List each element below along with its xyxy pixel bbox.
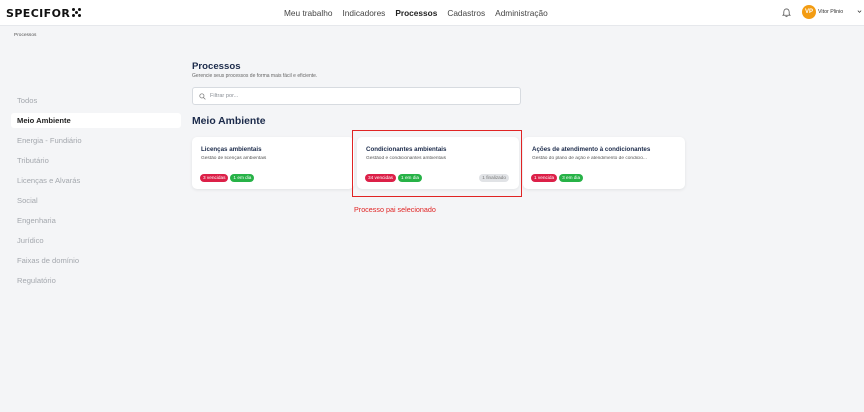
card-description: Gestão do plano de ação e atendimento de…: [532, 156, 647, 161]
process-card-acoes-atendimento[interactable]: Ações de atendimento à condicionantes Ge…: [523, 137, 685, 189]
on-time-badge: 3 em dia: [559, 174, 584, 182]
sidebar-item-engenharia[interactable]: Engenharia: [11, 213, 181, 228]
card-badges: 3 vencidas 1 em dia: [200, 174, 255, 182]
nav-item-administracao[interactable]: Administração: [495, 8, 548, 18]
logo[interactable]: SPECIFOR: [6, 6, 82, 20]
card-description: Gestão de licenças ambientais: [201, 156, 267, 161]
card-badges: 1 vencida 3 em dia: [531, 174, 584, 182]
process-card-licencas-ambientais[interactable]: Licenças ambientais Gestão de licenças a…: [192, 137, 354, 189]
sidebar-item-todos[interactable]: Todos: [11, 93, 181, 108]
annotation-label: Processo pai selecionado: [354, 205, 436, 214]
overdue-badge: 1 vencida: [531, 174, 558, 182]
user-name[interactable]: Vitor Plinio: [818, 9, 843, 15]
card-title: Licenças ambientais: [201, 146, 262, 153]
top-navbar: SPECIFOR Meu trabalho Indicadores Proces…: [0, 0, 864, 26]
chevron-down-icon[interactable]: [857, 9, 862, 14]
nav-item-cadastros[interactable]: Cadastros: [447, 8, 485, 18]
sidebar-item-tributario[interactable]: Tributário: [11, 153, 181, 168]
sidebar-item-energia-fundiario[interactable]: Energia - Fundiário: [11, 133, 181, 148]
search-icon: [199, 92, 206, 100]
avatar[interactable]: VP: [802, 5, 816, 19]
nav-item-processos[interactable]: Processos: [395, 8, 437, 18]
selection-highlight-box: [352, 130, 522, 197]
sidebar-item-meio-ambiente[interactable]: Meio Ambiente: [11, 113, 181, 128]
section-title: Meio Ambiente: [192, 116, 266, 127]
overdue-badge: 3 vencidas: [200, 174, 229, 182]
filter-field[interactable]: [192, 87, 521, 105]
main-nav: Meu trabalho Indicadores Processos Cadas…: [284, 0, 548, 26]
breadcrumb[interactable]: Processos: [14, 33, 36, 38]
sidebar-item-faixas-dominio[interactable]: Faixas de domínio: [11, 253, 181, 268]
sidebar-item-social[interactable]: Social: [11, 193, 181, 208]
nav-item-meu-trabalho[interactable]: Meu trabalho: [284, 8, 332, 18]
logo-text: SPECIFOR: [6, 6, 71, 20]
on-time-badge: 1 em dia: [230, 174, 255, 182]
sidebar-item-licencas-alvaras[interactable]: Licenças e Alvarás: [11, 173, 181, 188]
nav-item-indicadores[interactable]: Indicadores: [342, 8, 385, 18]
bell-icon[interactable]: [782, 8, 791, 18]
page-subtitle: Gerencie seus processos de forma mais fá…: [192, 73, 318, 79]
sidebar-item-regulatorio[interactable]: Regulatório: [11, 273, 181, 288]
card-title: Ações de atendimento à condicionantes: [532, 146, 651, 153]
page-title: Processos: [192, 61, 241, 72]
logo-mark-icon: [72, 8, 82, 18]
filter-input[interactable]: [210, 93, 510, 99]
sidebar-item-juridico[interactable]: Jurídico: [11, 233, 181, 248]
